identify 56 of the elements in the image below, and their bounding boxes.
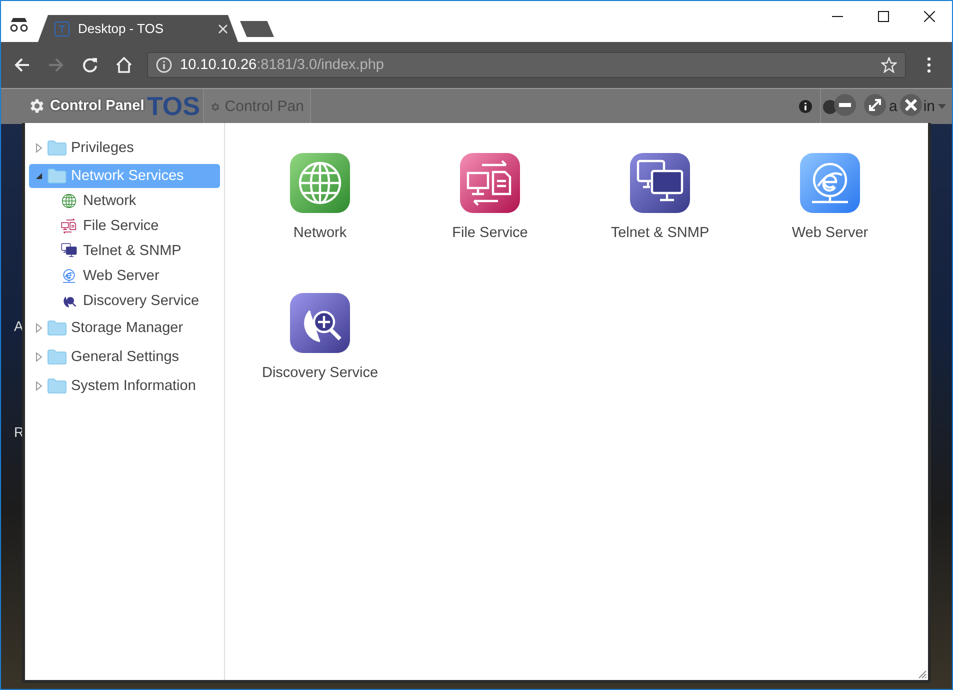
resize-grip-icon[interactable]: [917, 669, 927, 679]
tree-item[interactable]: General Settings: [29, 342, 220, 371]
monitors-icon[interactable]: [630, 153, 690, 213]
address-bar[interactable]: 10.10.10.26:8181/3.0/index.php: [147, 52, 906, 78]
info-icon: [798, 100, 812, 113]
close-icon[interactable]: [218, 24, 228, 34]
back-arrow-icon: [14, 57, 30, 73]
incognito-icon: [8, 16, 30, 32]
tree-item[interactable]: Storage Manager: [29, 313, 220, 342]
globe-search-icon[interactable]: [290, 293, 350, 353]
menu-dots-icon: [927, 57, 931, 73]
logo: TOS: [147, 91, 201, 122]
tree-item[interactable]: Discovery Service: [29, 288, 220, 313]
app-label[interactable]: Discovery Service: [262, 365, 378, 381]
tree-item[interactable]: Privileges: [29, 133, 220, 162]
new-tab-button[interactable]: [240, 21, 274, 37]
tree-item[interactable]: Network: [29, 188, 220, 213]
expand-arrows-icon: [868, 98, 882, 112]
tree-item[interactable]: Telnet & SNMP: [29, 238, 220, 263]
maximize-icon: [878, 10, 888, 22]
folder-icon: [47, 320, 67, 336]
minimize-icon: [839, 103, 851, 107]
app-label[interactable]: Web Server: [792, 225, 868, 241]
reload-icon: [82, 57, 98, 73]
file-transfer-icon[interactable]: [460, 153, 520, 213]
tab-title: Desktop - TOS: [78, 21, 164, 36]
info-icon[interactable]: [156, 57, 172, 73]
app-label[interactable]: Telnet & SNMP: [610, 225, 710, 241]
expand-arrow-icon[interactable]: [35, 352, 43, 362]
collapse-arrow-icon[interactable]: [35, 171, 43, 181]
folder-icon: [47, 140, 67, 156]
url-host: 10.10.10.26: [180, 57, 257, 73]
tree-item[interactable]: System Information: [29, 371, 220, 400]
expand-arrow-icon[interactable]: [35, 322, 43, 332]
folder-icon: [47, 168, 67, 184]
file-transfer-icon: [59, 216, 79, 236]
folder-icon: [47, 348, 67, 364]
tree-item[interactable]: File Service: [29, 213, 220, 238]
close-icon: [924, 10, 934, 22]
expand-arrow-icon[interactable]: [35, 380, 43, 390]
url-path: :8181/3.0/index.php: [256, 57, 385, 73]
expand-arrow-icon[interactable]: [35, 142, 43, 152]
bookmark-star-icon[interactable]: [881, 57, 897, 73]
app-label[interactable]: Network: [293, 225, 347, 241]
web-server-icon[interactable]: [800, 153, 860, 213]
tab-favicon-icon: [54, 20, 70, 36]
close-icon: [905, 99, 917, 111]
forward-arrow-icon: [48, 57, 64, 73]
folder-icon: [47, 378, 67, 394]
app-label[interactable]: File Service: [452, 225, 528, 241]
home-icon: [115, 56, 133, 74]
window-title: Control Panel: [50, 98, 144, 114]
tree-item[interactable]: Web Server: [29, 263, 220, 288]
gear-icon: [28, 96, 46, 114]
globe-icon[interactable]: [290, 153, 350, 213]
browser-tab[interactable]: Desktop - TOS: [38, 15, 238, 42]
